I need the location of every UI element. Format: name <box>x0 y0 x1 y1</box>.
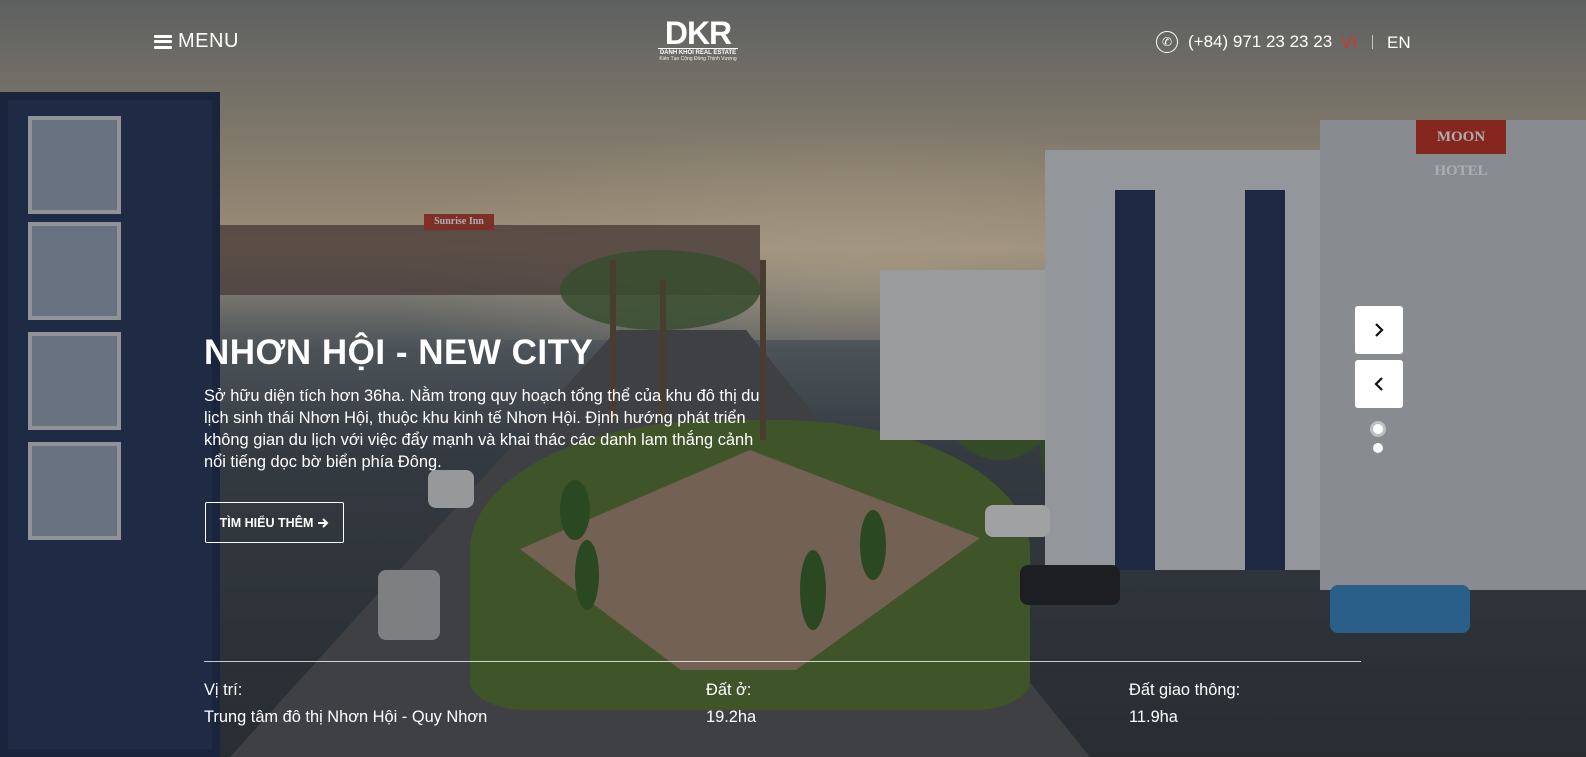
hero-description: Sở hữu diện tích hơn 36ha. Nằm trong quy… <box>204 387 760 471</box>
language-divider <box>1372 35 1373 49</box>
phone-contact[interactable]: ✆ (+84) 971 23 23 23 <box>1156 31 1332 53</box>
hero-background-image: Sunrise Inn MOON HOTEL <box>0 0 1586 757</box>
menu-label: MENU <box>178 30 239 52</box>
logo-tagline: Kiến Tạo Cộng Đồng Thịnh Vượng <box>659 56 737 62</box>
slide-dot-1[interactable] <box>1373 424 1383 434</box>
next-slide-button[interactable] <box>1355 306 1403 354</box>
brand-logo[interactable]: DKR DANH KHOI REAL ESTATE Kiến Tạo Cộng … <box>658 15 738 64</box>
hero-title: NHƠN HỘI - NEW CITY <box>204 333 594 372</box>
menu-button[interactable]: MENU <box>154 30 239 53</box>
info-value: Trung tâm đô thị Nhơn Hội - Quy Nhơn <box>204 708 488 726</box>
chevron-left-icon <box>1374 377 1383 391</box>
info-residential-land: Đất ở: 19.2ha <box>706 681 756 727</box>
info-label: Vị trí: <box>204 681 243 699</box>
language-vi[interactable]: VI <box>1341 33 1357 53</box>
chevron-right-icon <box>1375 323 1384 337</box>
hamburger-icon <box>154 34 172 49</box>
info-value: 11.9ha <box>1129 708 1178 726</box>
slide-dot-2[interactable] <box>1373 443 1383 453</box>
logo-subtitle: DANH KHOI REAL ESTATE <box>658 48 738 56</box>
info-value: 19.2ha <box>706 708 757 726</box>
logo-mark: DKR <box>664 15 732 51</box>
info-location: Vị trí: Trung tâm đô thị Nhơn Hội - Quy … <box>204 681 487 727</box>
info-label: Đất ở: <box>706 681 752 699</box>
learn-more-button[interactable]: TÌM HIỂU THÊM <box>205 502 344 543</box>
prev-slide-button[interactable] <box>1355 360 1403 408</box>
learn-more-label: TÌM HIỂU THÊM <box>219 515 314 530</box>
arrow-right-icon <box>318 517 329 528</box>
info-traffic-land: Đất giao thông: 11.9ha <box>1129 681 1240 727</box>
phone-number: (+84) 971 23 23 23 <box>1188 32 1333 51</box>
info-divider <box>204 661 1361 662</box>
language-en[interactable]: EN <box>1387 33 1411 53</box>
phone-icon: ✆ <box>1156 31 1178 53</box>
info-label: Đất giao thông: <box>1129 681 1241 699</box>
